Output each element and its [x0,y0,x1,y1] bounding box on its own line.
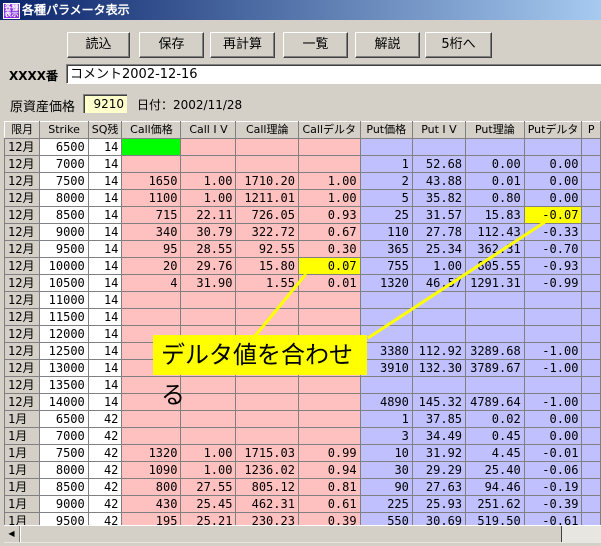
arrow-to-put-delta [367,220,546,340]
arrow-to-call-delta [253,273,308,337]
annotation-arrows [253,220,546,340]
